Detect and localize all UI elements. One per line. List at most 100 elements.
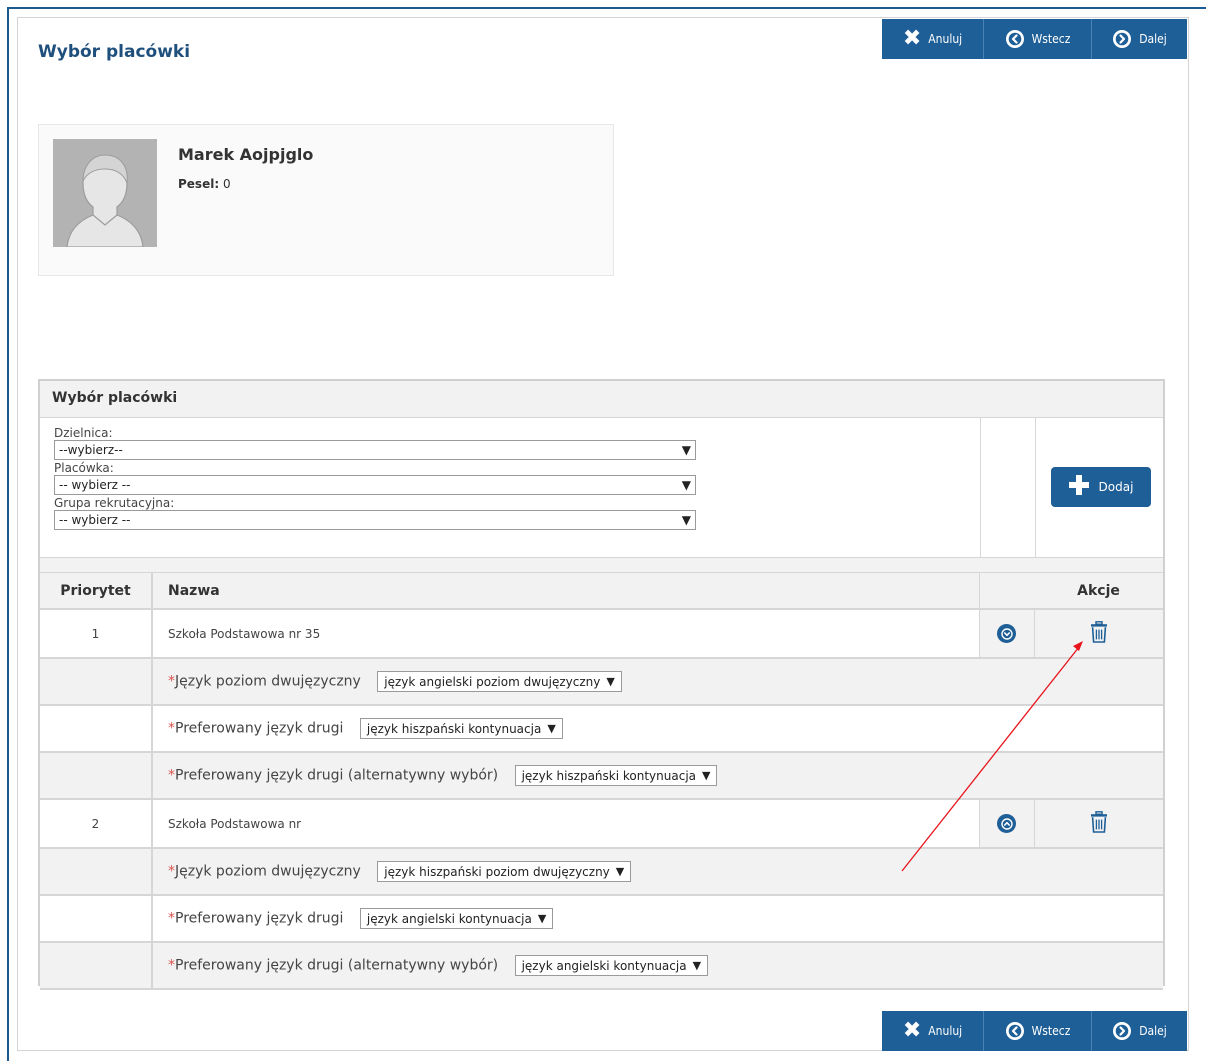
empty-cell [40, 658, 153, 706]
required-mark: * [168, 767, 175, 784]
chevron-up-circle-icon[interactable] [997, 814, 1016, 833]
select-value: język hiszpański poziom dwujęzyczny [384, 864, 610, 879]
empty-cell [40, 848, 153, 896]
plus-icon [1068, 474, 1089, 500]
table-row: 1 Szkoła Podstawowa nr 35 [40, 609, 1163, 659]
move-up-cell [979, 799, 1035, 849]
option-cell: *Preferowany język drugi (alternatywny w… [152, 752, 1163, 800]
option-row: *Preferowany język drugi (alternatywny w… [40, 752, 1163, 800]
top-nav-buttons: ✖ Anuluj Wstecz Dalej [882, 19, 1187, 59]
option-row: *Preferowany język drugi język angielski… [40, 895, 1163, 943]
option-label: Preferowany język drugi (alternatywny wy… [175, 767, 499, 784]
next-label: Dalej [1139, 32, 1167, 46]
dropdown-arrow-icon: ▼ [547, 722, 556, 735]
dropdown-arrow-icon: ▼ [681, 478, 691, 492]
next-button[interactable]: Dalej [1092, 1011, 1187, 1051]
second-language-select[interactable]: język angielski kontynuacja ▼ [359, 908, 554, 929]
move-down-cell [979, 609, 1035, 659]
bottom-nav-buttons: ✖ Anuluj Wstecz Dalej [882, 1011, 1187, 1051]
dropdown-arrow-icon: ▼ [702, 769, 711, 782]
row-name: Szkoła Podstawowa nr 35 [152, 609, 980, 659]
delete-cell [1034, 609, 1163, 659]
panel-title: Wybór placówki [40, 381, 1163, 418]
row-priority: 1 [40, 609, 153, 659]
select-value: język hiszpański kontynuacja [366, 721, 542, 736]
group-select-value: -- wybierz -- [59, 513, 131, 527]
cancel-button[interactable]: ✖ Anuluj [882, 19, 984, 59]
divider [980, 418, 981, 557]
back-button[interactable]: Wstecz [984, 19, 1092, 59]
select-value: język hiszpański kontynuacja [521, 768, 696, 783]
divider [1035, 418, 1036, 557]
bilingual-language-select[interactable]: język hiszpański poziom dwujęzyczny ▼ [377, 861, 632, 882]
pesel-value: 0 [222, 177, 231, 191]
cancel-label: Anuluj [928, 32, 963, 46]
header-priority: Priorytet [40, 573, 153, 610]
add-button[interactable]: Dodaj [1051, 467, 1151, 507]
spacer-row [40, 557, 1163, 573]
option-label: Preferowany język drugi [175, 720, 344, 737]
trash-icon[interactable] [1090, 621, 1108, 643]
table-header-row: Priorytet Nazwa Akcje [40, 573, 1163, 610]
user-silhouette-icon [53, 139, 157, 247]
district-label: Dzielnica: [54, 426, 113, 440]
dropdown-arrow-icon: ▼ [606, 675, 615, 688]
close-icon: ✖ [902, 26, 922, 51]
alt-second-language-select[interactable]: język hiszpański kontynuacja ▼ [514, 765, 718, 786]
filter-form: Dzielnica: --wybierz-- ▼ Placówka: -- wy… [40, 418, 980, 557]
select-value: język angielski poziom dwujęzyczny [384, 674, 601, 689]
option-cell: *Preferowany język drugi (alternatywny w… [152, 942, 1163, 990]
chevron-right-circle-icon [1112, 29, 1132, 49]
dropdown-arrow-icon: ▼ [692, 959, 702, 972]
pesel-label: Pesel: [178, 177, 220, 191]
trash-icon[interactable] [1090, 811, 1108, 833]
chevron-left-circle-icon [1005, 1021, 1025, 1041]
option-cell: *Preferowany język drugi język angielski… [152, 895, 1163, 943]
select-value: język angielski kontynuacja [521, 958, 687, 973]
required-mark: * [168, 720, 175, 737]
priority-table: Priorytet Nazwa Akcje 1 Szkoła Podstawow… [40, 573, 1163, 990]
required-mark: * [168, 673, 175, 690]
row-priority: 2 [40, 799, 153, 849]
district-select-value: --wybierz-- [59, 443, 123, 457]
group-label: Grupa rekrutacyjna: [54, 496, 175, 510]
facility-label: Placówka: [54, 461, 114, 475]
required-mark: * [168, 910, 175, 927]
required-mark: * [168, 957, 175, 974]
header-actions: Akcje [1034, 573, 1163, 610]
dropdown-arrow-icon: ▼ [681, 443, 691, 457]
bilingual-language-select[interactable]: język angielski poziom dwujęzyczny ▼ [377, 671, 622, 692]
second-language-select[interactable]: język hiszpański kontynuacja ▼ [359, 718, 563, 739]
option-cell: *Język poziom dwujęzyczny język angielsk… [152, 658, 1163, 706]
chevron-down-circle-icon[interactable] [997, 624, 1016, 643]
required-mark: * [168, 863, 175, 880]
empty-cell [40, 942, 153, 990]
header-actions-spacer [979, 573, 1034, 610]
back-button[interactable]: Wstecz [984, 1011, 1092, 1051]
option-cell: *Język poziom dwujęzyczny język hiszpańs… [152, 848, 1163, 896]
dropdown-arrow-icon: ▼ [681, 513, 691, 527]
delete-cell [1034, 799, 1163, 849]
cancel-button[interactable]: ✖ Anuluj [882, 1011, 984, 1051]
select-value: język angielski kontynuacja [366, 911, 532, 926]
close-icon: ✖ [902, 1018, 922, 1043]
avatar [53, 139, 157, 247]
header-name: Nazwa [152, 573, 980, 610]
option-row: *Język poziom dwujęzyczny język hiszpańs… [40, 848, 1163, 896]
profile-pesel: Pesel: 0 [178, 177, 231, 191]
district-select[interactable]: --wybierz-- ▼ [54, 440, 696, 460]
profile-name: Marek Aojpjglo [178, 145, 314, 164]
option-label: Preferowany język drugi (alternatywny wy… [175, 957, 499, 974]
option-label: Preferowany język drugi [175, 910, 344, 927]
option-label: Język poziom dwujęzyczny [175, 673, 361, 690]
group-select[interactable]: -- wybierz -- ▼ [54, 510, 696, 530]
empty-cell [40, 705, 153, 753]
alt-second-language-select[interactable]: język angielski kontynuacja ▼ [514, 955, 709, 976]
next-button[interactable]: Dalej [1092, 19, 1187, 59]
back-label: Wstecz [1031, 32, 1071, 46]
facility-select[interactable]: -- wybierz -- ▼ [54, 475, 696, 495]
option-row: *Preferowany język drugi (alternatywny w… [40, 942, 1163, 990]
empty-cell [40, 752, 153, 800]
add-label: Dodaj [1098, 480, 1134, 494]
next-label: Dalej [1139, 1024, 1167, 1038]
